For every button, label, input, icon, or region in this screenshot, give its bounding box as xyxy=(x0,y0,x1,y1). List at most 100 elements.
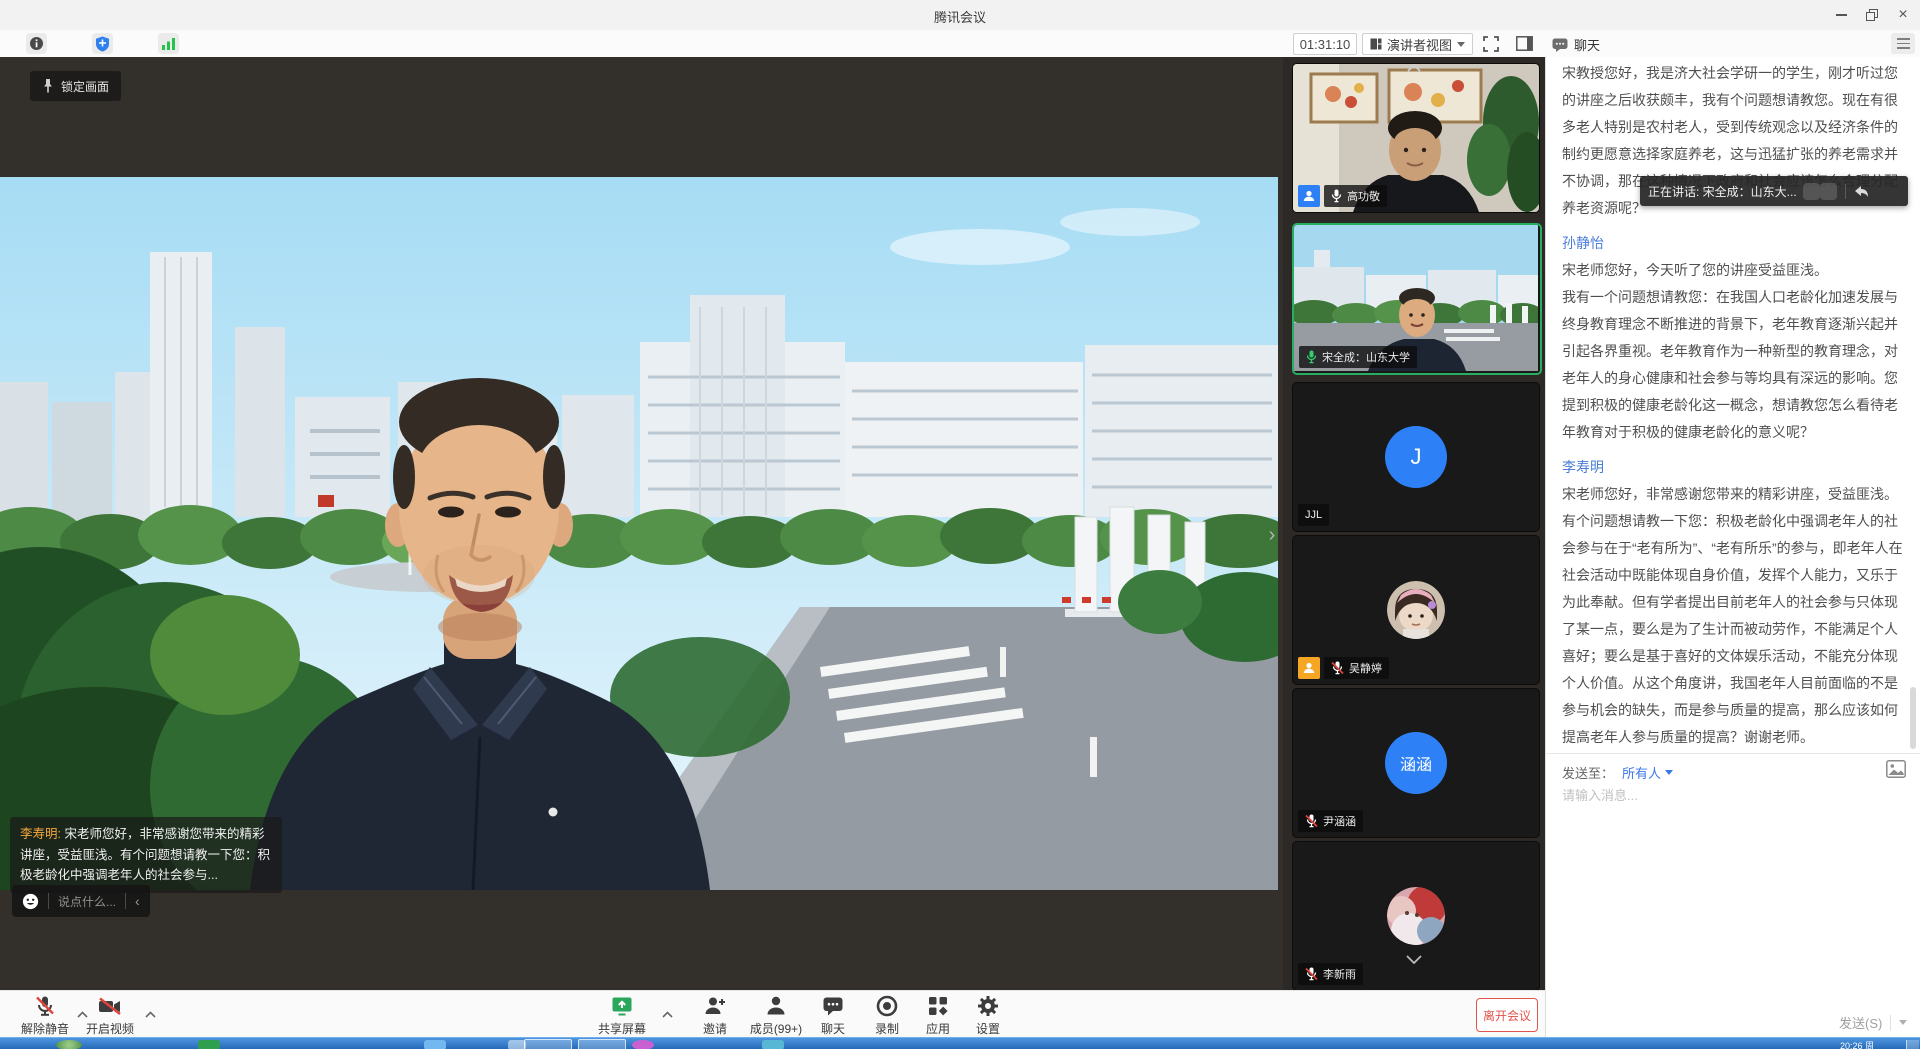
avatar-text: 涵涵 xyxy=(1385,732,1447,794)
mic-muted-icon xyxy=(33,994,57,1018)
sidebar-collapse-handle[interactable]: › xyxy=(1262,512,1282,558)
divider xyxy=(1845,184,1846,199)
chat-icon xyxy=(821,994,845,1018)
mic-speaking-icon xyxy=(1306,350,1317,364)
share-screen-button[interactable]: 共享屏幕 xyxy=(580,994,664,1037)
message-input[interactable] xyxy=(1560,787,1894,804)
chevron-down-icon xyxy=(1665,770,1673,775)
person-icon xyxy=(1302,661,1316,675)
video-thumbnail[interactable]: J JJL xyxy=(1292,382,1540,532)
quick-chat-placeholder[interactable]: 说点什么... xyxy=(58,893,116,910)
avatar-photo xyxy=(1387,887,1445,945)
lock-view-button[interactable]: 锁定画面 xyxy=(30,71,121,101)
divider xyxy=(125,893,126,909)
send-button[interactable]: 发送(S) xyxy=(1839,1013,1907,1032)
share-screen-icon xyxy=(610,994,634,1018)
reaction-placeholder xyxy=(1803,183,1820,200)
chat-scrollbar[interactable] xyxy=(1910,687,1916,749)
send-options-chevron[interactable] xyxy=(1899,1020,1907,1025)
members-icon xyxy=(764,994,788,1018)
participant-name: 尹涵涵 xyxy=(1323,813,1356,829)
divider xyxy=(1546,753,1920,754)
share-screen-label: 共享屏幕 xyxy=(580,1020,664,1037)
emoji-icon[interactable] xyxy=(22,893,39,910)
video-options-chevron[interactable] xyxy=(145,1005,157,1015)
taskbar-app-button[interactable] xyxy=(578,1039,626,1049)
hand-raised-badge xyxy=(1298,185,1320,207)
view-mode-button[interactable]: 演讲者视图 xyxy=(1362,33,1473,55)
speaking-toast-label: 正在讲话: 宋全成：山东大... xyxy=(1648,183,1797,200)
participant-name: 吴静婷 xyxy=(1349,660,1382,676)
windows-taskbar: 20:26 周 xyxy=(0,1037,1920,1049)
send-to-label: 发送至： xyxy=(1562,763,1614,782)
minimize-button[interactable] xyxy=(1824,0,1858,30)
reaction-placeholder xyxy=(1820,183,1837,200)
start-orb[interactable] xyxy=(56,1040,82,1049)
taskbar-icon[interactable] xyxy=(424,1040,446,1049)
gear-icon xyxy=(976,994,1000,1018)
video-thumbnail[interactable]: 涵涵 尹涵涵 xyxy=(1292,688,1540,838)
scroll-up-button[interactable] xyxy=(1394,59,1434,77)
chat-panel-header: 聊天 xyxy=(1552,35,1600,54)
start-video-label: 开启视频 xyxy=(68,1020,152,1037)
window-title: 腾讯会议 xyxy=(0,7,1920,26)
video-thumbnail[interactable]: 李新雨 xyxy=(1292,841,1540,991)
chat-messages: 宋教授您好，我是济大社会学研一的学生，刚才听过您的讲座之后收获颇丰，我有个问题想… xyxy=(1546,57,1920,753)
person-icon xyxy=(1302,189,1316,203)
participant-name-chip: 李新雨 xyxy=(1298,963,1363,985)
meeting-window: 腾讯会议 × 01:31:10 演讲者视图 xyxy=(0,0,1920,1049)
send-image-button[interactable] xyxy=(1886,760,1908,780)
chat-message: 我有一个问题想请教您：在我国人口老龄化加速发展与终身教育理念不断推进的背景下，老… xyxy=(1546,284,1920,446)
video-thumbnail[interactable]: 吴静婷 xyxy=(1292,535,1540,685)
network-signal-icon[interactable] xyxy=(158,33,179,54)
start-video-button[interactable]: 开启视频 xyxy=(68,994,152,1037)
mic-muted-icon xyxy=(1331,661,1344,675)
restore-icon xyxy=(1866,9,1879,21)
close-button[interactable]: × xyxy=(1886,0,1920,30)
send-to-row: 发送至： 所有人 xyxy=(1562,763,1673,782)
chat-message: 宋老师您好，非常感谢您带来的精彩讲座，受益匪浅。有个问题想请教一下您：积极老龄化… xyxy=(1546,481,1920,751)
leave-meeting-button[interactable]: 离开会议 xyxy=(1476,998,1538,1032)
meeting-info-icon[interactable] xyxy=(26,33,47,54)
divider xyxy=(48,893,49,909)
scroll-down-button[interactable] xyxy=(1394,950,1434,968)
camera-muted-icon xyxy=(97,994,123,1018)
maximize-button[interactable] xyxy=(1855,0,1889,30)
participant-name-chip: 高功敬 xyxy=(1324,185,1387,207)
avatar-letter: J xyxy=(1385,426,1447,488)
fullscreen-button[interactable] xyxy=(1480,34,1502,53)
settings-button[interactable]: 设置 xyxy=(946,994,1030,1037)
taskbar-clock: 20:26 周 xyxy=(1840,1039,1874,1049)
collapse-chevron-icon[interactable]: ‹ xyxy=(135,893,140,909)
show-desktop-button[interactable] xyxy=(1906,1040,1919,1049)
chat-panel-title: 聊天 xyxy=(1574,35,1600,54)
avatar-photo xyxy=(1387,581,1445,639)
participant-name-chip: 宋全成：山东大学 xyxy=(1299,346,1417,368)
video-thumbnail[interactable]: 高功敬 xyxy=(1292,63,1540,213)
security-shield-icon[interactable] xyxy=(92,33,113,54)
speaker-view-icon xyxy=(1370,38,1382,50)
titlebar: 腾讯会议 × xyxy=(0,0,1920,31)
video-thumbnail-active-speaker[interactable]: 宋全成：山东大学 xyxy=(1292,223,1542,375)
chat-sender: 李寿明 xyxy=(1546,454,1920,481)
participant-name: 宋全成：山东大学 xyxy=(1322,349,1410,365)
chevron-down-icon xyxy=(1457,42,1465,47)
taskbar-icon[interactable] xyxy=(632,1040,654,1049)
participant-name: JJL xyxy=(1305,509,1322,521)
layout-toggle-button[interactable] xyxy=(1513,34,1535,53)
quick-chat-pill[interactable]: 说点什么... ‹ xyxy=(12,885,150,917)
reply-arrow-icon[interactable] xyxy=(1854,185,1869,198)
view-mode-label: 演讲者视图 xyxy=(1387,35,1452,54)
avatar-letter-text: J xyxy=(1411,444,1422,470)
speaking-toast: 正在讲话: 宋全成：山东大... xyxy=(1640,176,1908,206)
caption-speaker: 李寿明: xyxy=(20,827,61,841)
chat-menu-button[interactable] xyxy=(1891,33,1915,54)
invite-icon xyxy=(703,994,727,1018)
taskbar-app-button[interactable] xyxy=(524,1039,572,1049)
send-to-selector[interactable]: 所有人 xyxy=(1622,763,1673,782)
send-button-label[interactable]: 发送(S) xyxy=(1839,1013,1882,1032)
caption-overlay: 李寿明: 宋老师您好，非常感谢您带来的精彩讲座，受益匪浅。有个问题想请教一下您：… xyxy=(10,817,282,893)
taskbar-icon[interactable] xyxy=(198,1040,220,1049)
divider xyxy=(1890,1015,1891,1031)
taskbar-icon[interactable] xyxy=(762,1040,784,1049)
